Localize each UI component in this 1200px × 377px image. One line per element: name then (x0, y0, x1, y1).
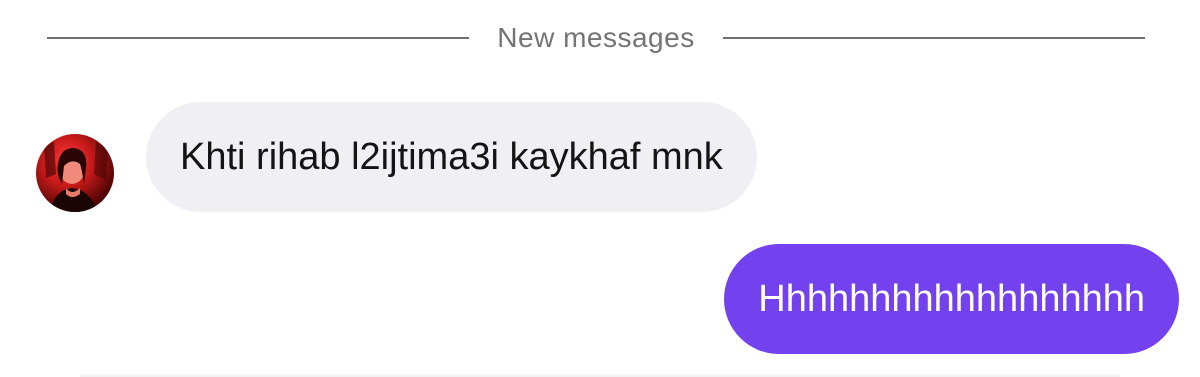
divider-line-left (47, 37, 470, 39)
outgoing-message-bubble[interactable]: Hhhhhhhhhhhhhhhhhh (724, 244, 1179, 354)
divider-line-right (722, 37, 1145, 39)
avatar[interactable] (36, 134, 114, 212)
chat-thread: New messages Khti rihab l2ijtima3i kaykh… (0, 0, 1200, 377)
incoming-message-bubble[interactable]: Khti rihab l2ijtima3i kaykhaf mnk (146, 102, 757, 212)
new-messages-divider: New messages (47, 18, 1145, 58)
avatar-photo-icon (44, 142, 108, 212)
composer-edge (80, 373, 1120, 377)
divider-label: New messages (497, 22, 695, 53)
